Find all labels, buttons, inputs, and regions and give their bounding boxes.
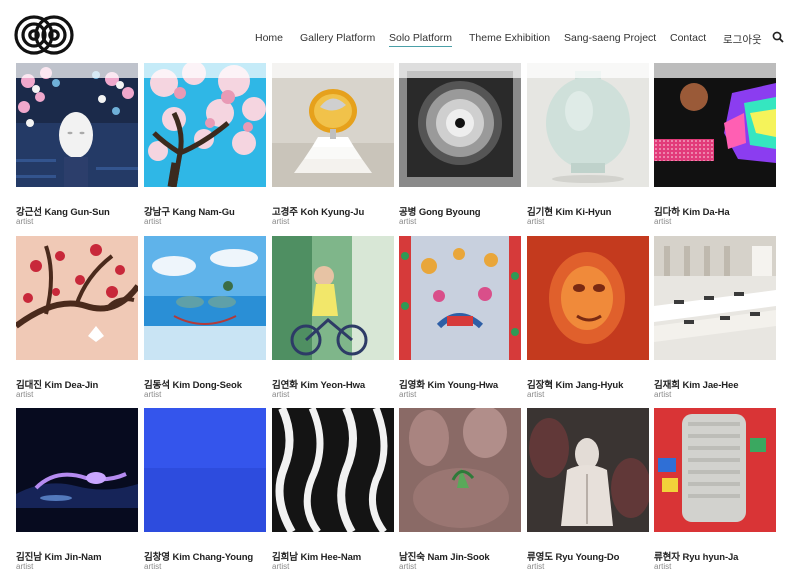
- artwork-thumbnail[interactable]: [144, 236, 266, 360]
- nav-sang-saeng-project[interactable]: Sang-saeng Project: [564, 32, 656, 44]
- search-icon[interactable]: [772, 30, 784, 43]
- artist-role: artist: [272, 562, 290, 571]
- artwork-thumbnail[interactable]: [527, 236, 649, 360]
- artist-role: artist: [399, 217, 417, 226]
- artist-role: artist: [272, 217, 290, 226]
- artist-role: artist: [16, 217, 34, 226]
- artwork-thumbnail[interactable]: [16, 236, 138, 360]
- artwork-thumbnail[interactable]: [527, 63, 649, 187]
- artist-role: artist: [399, 390, 417, 399]
- artist-role: artist: [527, 562, 545, 571]
- artist-name[interactable]: 김다하 Kim Da-Ha: [654, 204, 800, 218]
- artist-role: artist: [399, 562, 417, 571]
- nav-solo-platform[interactable]: Solo Platform: [389, 32, 453, 47]
- artwork-thumbnail[interactable]: [654, 236, 776, 360]
- artwork-thumbnail[interactable]: [399, 63, 521, 187]
- artist-name[interactable]: 김재희 Kim Jae-Hee: [654, 377, 800, 391]
- main-nav: Home Gallery Platform Solo Platform Them…: [0, 32, 800, 48]
- artist-grid: 강근선 Kang Gun-Sun artist 강남구 Kang Nam-Gu …: [0, 0, 800, 571]
- artwork-thumbnail[interactable]: [16, 408, 138, 532]
- nav-theme-exhibition[interactable]: Theme Exhibition: [469, 32, 550, 44]
- artist-role: artist: [16, 390, 34, 399]
- artist-role: artist: [654, 217, 672, 226]
- artwork-thumbnail[interactable]: [654, 408, 776, 532]
- nav-home[interactable]: Home: [255, 32, 283, 44]
- nav-contact[interactable]: Contact: [670, 32, 706, 44]
- artwork-thumbnail[interactable]: [272, 408, 394, 532]
- artwork-thumbnail[interactable]: [654, 63, 776, 187]
- artist-role: artist: [144, 562, 162, 571]
- artwork-thumbnail[interactable]: [399, 236, 521, 360]
- artist-role: artist: [144, 217, 162, 226]
- artwork-thumbnail[interactable]: [399, 408, 521, 532]
- artwork-thumbnail[interactable]: [527, 408, 649, 532]
- artist-role: artist: [272, 390, 290, 399]
- nav-logout[interactable]: 로그아웃: [723, 32, 762, 47]
- artist-role: artist: [654, 390, 672, 399]
- artist-role: artist: [16, 562, 34, 571]
- artwork-thumbnail[interactable]: [16, 63, 138, 187]
- artist-role: artist: [527, 217, 545, 226]
- artwork-thumbnail[interactable]: [272, 63, 394, 187]
- nav-gallery-platform[interactable]: Gallery Platform: [300, 32, 375, 44]
- artist-role: artist: [654, 562, 672, 571]
- artwork-thumbnail[interactable]: [272, 236, 394, 360]
- artist-role: artist: [144, 390, 162, 399]
- site-header: Home Gallery Platform Solo Platform Them…: [0, 0, 800, 78]
- artist-name[interactable]: 류현자 Ryu hyun-Ja: [654, 549, 800, 563]
- artwork-thumbnail[interactable]: [144, 63, 266, 187]
- artist-role: artist: [527, 390, 545, 399]
- artwork-thumbnail[interactable]: [144, 408, 266, 532]
